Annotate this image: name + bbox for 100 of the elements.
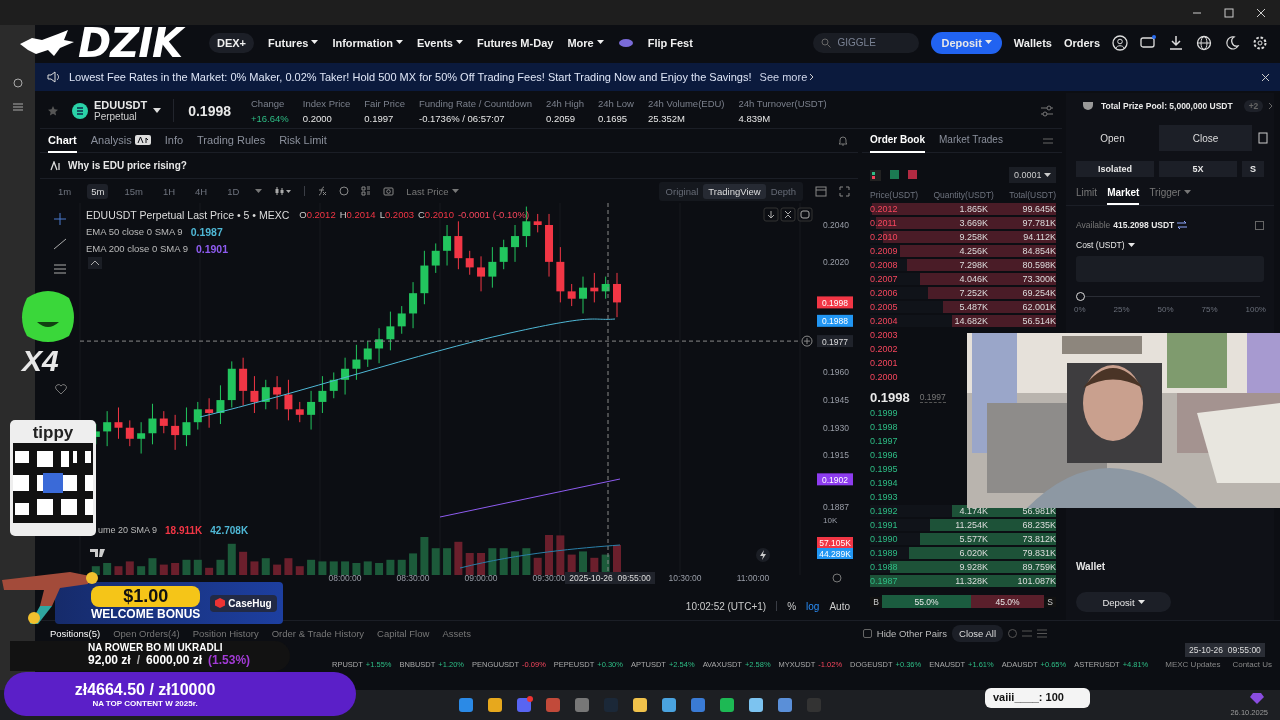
indicator-value: 0.1901 — [195, 243, 229, 255]
order-type-tab[interactable]: Limit — [1076, 187, 1098, 205]
indicator-value: 0.1987 — [190, 226, 223, 238]
multiplier-text: X4 — [22, 344, 59, 378]
nav-menu[interactable]: Events — [416, 36, 463, 49]
side-tab[interactable]: Close — [1159, 125, 1252, 151]
chart-tab[interactable]: Info — [164, 128, 184, 153]
nav-menu[interactable]: More — [567, 36, 604, 49]
positions-tab[interactable]: Position History — [192, 628, 259, 639]
view-tab[interactable]: TradingView — [703, 183, 766, 199]
order-type-tab[interactable]: Trigger — [1149, 187, 1191, 205]
volume-axis-label: 10K — [823, 516, 838, 525]
price-cell[interactable]: 0.1999 — [870, 408, 920, 418]
positions-tab[interactable]: Order & Trade History — [271, 628, 365, 639]
positions-tab[interactable]: Assets — [442, 628, 471, 639]
price-cell[interactable]: 0.1987 — [870, 576, 920, 586]
order-book-tab[interactable]: Market Trades — [939, 128, 1003, 153]
nav-link[interactable]: Orders — [1063, 36, 1100, 49]
price-cell[interactable]: 0.1993 — [870, 492, 920, 502]
interval-tab[interactable]: 15m — [120, 183, 147, 199]
cost-unit-dropdown[interactable]: Cost (USDT) — [1066, 230, 1274, 250]
order-type-tab[interactable]: Market — [1107, 187, 1140, 205]
volume-value: 42.708K — [210, 525, 249, 536]
total-cell-text: 99.645K — [1021, 204, 1056, 214]
interval-tab[interactable]: 1H — [158, 183, 180, 199]
nav-link[interactable]: Wallets — [1013, 36, 1052, 49]
price-cell[interactable]: 0.1995 — [870, 464, 920, 474]
checkbox-label[interactable]: Hide Other Pairs — [876, 628, 948, 639]
chart-tab[interactable]: Analysis — [90, 128, 151, 153]
nav-menu[interactable]: Information — [332, 36, 403, 49]
symbol-name[interactable]: EDUUSDT — [94, 99, 148, 111]
quantity-cell-text: 1.865K — [958, 204, 988, 214]
price-cell[interactable]: 0.2004 — [870, 316, 920, 326]
footer-link[interactable]: Contact Us — [1232, 659, 1272, 669]
ohlc-value: 0.2003 — [384, 209, 414, 221]
price-cell[interactable]: 0.1996 — [870, 450, 920, 460]
scale-option[interactable]: Auto — [829, 600, 850, 612]
price-axis-label: 0.1915 — [823, 450, 849, 461]
margin-setting-button[interactable]: Isolated — [1076, 161, 1154, 177]
interval-tab[interactable]: 1D — [223, 183, 244, 199]
ohlc-value: 0.2010 — [424, 209, 454, 221]
interval-tab[interactable]: 4H — [191, 183, 212, 199]
quantity-cell-text: 11.328K — [954, 576, 988, 586]
prize-pool-text: Total Prize Pool: 5,000,000 USDT — [1101, 101, 1233, 111]
price-source-dropdown[interactable]: Last Price — [406, 185, 459, 197]
price-cell[interactable]: 0.2002 — [870, 344, 920, 354]
margin-setting-button[interactable]: S — [1242, 161, 1264, 177]
nav-link[interactable]: Flip Fest — [647, 36, 693, 49]
ohlc-value: 0.2012 — [306, 209, 336, 221]
price-cell[interactable]: 0.2001 — [870, 358, 920, 368]
price-cell[interactable]: 0.2003 — [870, 330, 920, 340]
price-cell[interactable]: 0.2007 — [870, 274, 920, 284]
price-tag: 0.1998 — [817, 296, 853, 309]
price-cell[interactable]: 0.2008 — [870, 260, 920, 270]
logo-text: DZIK — [78, 20, 183, 66]
nav-menu[interactable]: Futures — [268, 36, 319, 49]
insight-link[interactable]: Why is EDU price rising? — [68, 160, 187, 171]
search-field[interactable]: GIGGLE — [813, 32, 920, 53]
price-cell[interactable]: 0.1991 — [870, 520, 920, 530]
scale-option[interactable]: log — [806, 600, 820, 612]
price-cell[interactable]: 0.1997 — [870, 436, 920, 446]
see-more-link[interactable]: See more — [759, 71, 815, 83]
interval-tab[interactable]: 1m — [54, 183, 76, 199]
close-all-button[interactable]: Close All — [952, 625, 1003, 642]
positions-tab[interactable]: Positions(5) — [50, 628, 101, 639]
chart-tab[interactable]: Risk Limit — [279, 128, 327, 153]
scale-option[interactable]: % — [787, 600, 797, 612]
price-cell[interactable]: 0.1992 — [870, 506, 920, 516]
price-cell[interactable]: 0.2000 — [870, 372, 920, 382]
quantity-cell-text: 11.254K — [954, 520, 988, 530]
price-cell[interactable]: 0.1989 — [870, 548, 920, 558]
chart-tab[interactable]: Chart — [48, 128, 77, 153]
chart-tab[interactable]: Trading Rules — [197, 128, 266, 153]
price-cell[interactable]: 0.2011 — [870, 218, 920, 228]
bonus-caption: WELCOME BONUS — [91, 606, 201, 621]
nav-link[interactable]: Futures M-Day — [476, 36, 554, 49]
positions-tab[interactable]: Open Orders(4) — [113, 628, 180, 639]
price-cell[interactable]: 0.1990 — [870, 534, 920, 544]
price-cell[interactable]: 0.1998 — [870, 422, 920, 432]
precision-dropdown[interactable]: 0.0001 — [1008, 167, 1056, 183]
volume-legend-label: ume 20 SMA 9 — [98, 525, 158, 536]
price-cell[interactable]: 0.2005 — [870, 302, 920, 312]
positions-tab[interactable]: Capital Flow — [377, 628, 430, 639]
price-cell[interactable]: 0.2006 — [870, 288, 920, 298]
last-price: 0.1998 — [188, 102, 231, 119]
footer-link[interactable]: MEXC Updates — [1165, 659, 1221, 669]
column-header: Quantity(USDT) — [933, 190, 994, 200]
chart-legend-title: EDUUSDT Perpetual Last Price • 5 • MEXC — [86, 209, 290, 221]
column-header: Total(USDT) — [1009, 190, 1056, 200]
price-cell[interactable]: 0.1994 — [870, 478, 920, 488]
deposit-button[interactable]: Deposit — [931, 31, 1002, 54]
price-cell[interactable]: 0.1988 — [870, 562, 920, 572]
ohlc-value: 0.2014 — [346, 209, 376, 221]
interval-tab[interactable]: 5m — [87, 183, 109, 199]
price-cell[interactable]: 0.2012 — [870, 204, 920, 214]
price-cell[interactable]: 0.2009 — [870, 246, 920, 256]
price-cell[interactable]: 0.2010 — [870, 232, 920, 242]
order-book-tab[interactable]: Order Book — [870, 128, 925, 153]
deposit-button[interactable]: Deposit — [1076, 592, 1171, 612]
margin-setting-button[interactable]: 5X — [1159, 161, 1237, 177]
